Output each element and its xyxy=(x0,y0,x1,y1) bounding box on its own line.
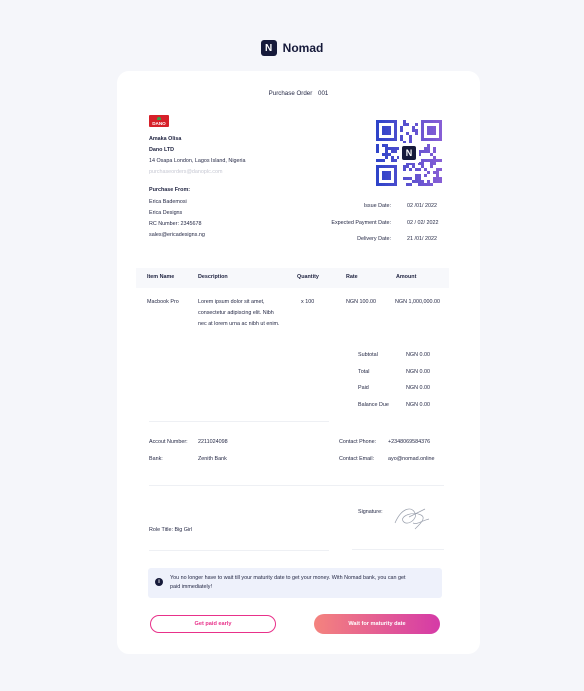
item-rate: NGN 100.00 xyxy=(346,299,376,305)
column-header: Description xyxy=(198,274,228,280)
nomad-logo-icon: N xyxy=(402,146,416,160)
contact-phone-value: +2348069584376 xyxy=(388,439,431,445)
column-header: Rate xyxy=(346,274,358,280)
contact-email-label: Contact Email: xyxy=(339,456,375,462)
account-number-label: Accout Number: xyxy=(149,439,188,445)
vendor-company: Erica Designs xyxy=(149,210,183,216)
total-value: NGN 0.00 xyxy=(406,369,430,375)
po-title: Purchase Order 001 xyxy=(117,90,480,97)
payment-date-value: 02 / 02/ 2022 xyxy=(407,220,439,226)
info-icon: i xyxy=(155,578,163,586)
total-label: Total xyxy=(358,369,370,375)
divider xyxy=(149,421,329,422)
from-address: 14 Osapa London, Lagos Island, Nigeria xyxy=(149,158,246,164)
paid-label: Paid xyxy=(358,385,369,391)
item-description-line: consectetur adipiscing elit. Nibh xyxy=(198,310,274,316)
items-table-header: Item Name Description Quantity Rate Amou… xyxy=(136,268,449,288)
divider xyxy=(149,485,444,486)
divider xyxy=(149,550,329,551)
item-quantity: x 100 xyxy=(301,299,315,305)
role-title: Role Title: Big Girl xyxy=(149,527,193,533)
column-header: Quantity xyxy=(297,274,319,280)
bank-value: Zenith Bank xyxy=(198,456,227,462)
from-company: Dano LTD xyxy=(149,147,175,153)
brand-name: Nomad xyxy=(282,41,324,55)
delivery-date-label: Delivery Date: xyxy=(357,236,391,242)
signature-label: Signature: xyxy=(358,509,383,515)
from-name: Amaka Olisa xyxy=(149,136,182,142)
column-header: Amount xyxy=(396,274,417,280)
info-text-line: You no longer have to wait till your mat… xyxy=(170,575,406,581)
item-description-line: nec at lorem urna ac nibh ut enim. xyxy=(198,321,280,327)
signature-image xyxy=(394,508,430,530)
subtotal-label: Subtotal xyxy=(358,352,378,358)
info-banner: i You no longer have to wait till your m… xyxy=(148,568,442,598)
column-header: Item Name xyxy=(147,274,175,280)
item-description-line: Lorem ipsum dolor sit amet, xyxy=(198,299,265,305)
po-number: 001 xyxy=(318,90,329,97)
bank-label: Bank: xyxy=(149,456,163,462)
nomad-logo-icon: N xyxy=(260,40,277,56)
qr-code: N xyxy=(376,120,442,186)
get-paid-early-button[interactable]: Get paid early xyxy=(150,615,276,633)
purchase-order-card: Purchase Order 001 DANO Amaka Olisa Dano… xyxy=(117,71,480,654)
wait-for-maturity-button[interactable]: Wait for maturity date xyxy=(314,614,440,634)
info-text-line: paid immediately! xyxy=(170,584,212,590)
delivery-date-value: 21 /01/ 2022 xyxy=(407,236,437,242)
vendor-name: Erica Bademosi xyxy=(149,199,187,205)
vendor-rc: RC Number: 2345678 xyxy=(149,221,202,227)
vendor-email: sales@ericadesigns.ng xyxy=(149,232,205,238)
subtotal-value: NGN 0.00 xyxy=(406,352,430,358)
po-title-text: Purchase Order xyxy=(268,90,313,97)
contact-email-value: ayo@nomad.online xyxy=(388,456,435,462)
contact-phone-label: Contact Phone: xyxy=(339,439,377,445)
issue-date-value: 02 /01/ 2022 xyxy=(407,203,437,209)
from-email: purchaseorders@danoplc.com xyxy=(149,169,223,175)
company-logo: DANO xyxy=(149,115,169,127)
balance-due-label: Balance Due xyxy=(358,402,389,408)
item-amount: NGN 1,000,000.00 xyxy=(395,299,440,305)
company-logo-text: DANO xyxy=(152,121,166,126)
qr-center-logo: N xyxy=(399,143,419,163)
paid-value: NGN 0.00 xyxy=(406,385,430,391)
account-number-value: 2211024098 xyxy=(198,439,228,445)
purchase-from-heading: Purchase From: xyxy=(149,187,191,193)
signature-line xyxy=(352,549,444,550)
balance-due-value: NGN 0.00 xyxy=(406,402,430,408)
item-name: Macbook Pro xyxy=(147,299,179,305)
payment-date-label: Expected Payment Date: xyxy=(331,220,391,226)
issue-date-label: Issue Date: xyxy=(363,203,391,209)
brand-header: N Nomad xyxy=(0,40,584,56)
